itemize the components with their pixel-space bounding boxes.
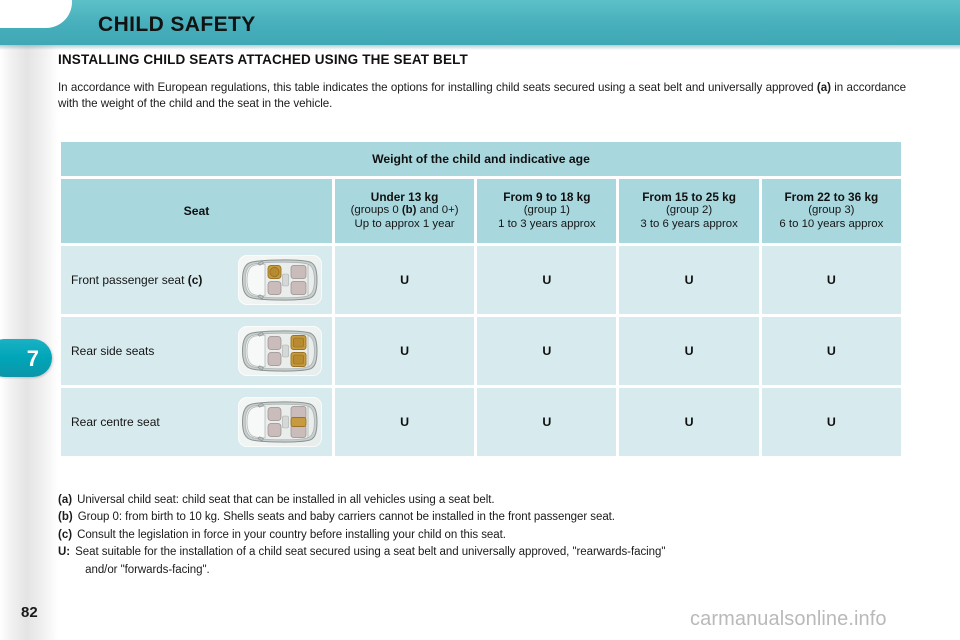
seat-label-0-text: Front passenger seat bbox=[71, 272, 188, 287]
section-title: INSTALLING CHILD SEATS ATTACHED USING TH… bbox=[58, 52, 468, 67]
seat-column-header: Seat bbox=[61, 178, 332, 243]
seat-cell-2: Rear centre seat bbox=[61, 387, 332, 456]
weight-col-3-line2: (group 3) bbox=[808, 204, 855, 217]
seat-label-0: Front passenger seat (c) bbox=[71, 273, 202, 287]
value-cell-r0c1: U bbox=[477, 245, 617, 314]
footnote-a-text: Universal child seat: child seat that ca… bbox=[77, 493, 495, 506]
seat-label-1-text: Rear side seats bbox=[71, 343, 155, 358]
table-super-header-row: Weight of the child and indicative age bbox=[61, 141, 901, 176]
weight-column-header-0: Under 13 kg (groups 0 (b) and 0+) Up to … bbox=[334, 178, 475, 243]
seat-label-2: Rear centre seat bbox=[71, 415, 160, 429]
weight-col-0-line3: Up to approx 1 year bbox=[354, 217, 455, 230]
footnote-u: U: Seat suitable for the installation of… bbox=[58, 544, 906, 579]
table-row: Front passenger seat (c) U U U U bbox=[61, 245, 901, 314]
seat-cell-1: Rear side seats bbox=[61, 316, 332, 385]
car-front-passenger-seat-icon bbox=[237, 254, 322, 305]
section-intro-paragraph: In accordance with European regulations,… bbox=[58, 80, 906, 112]
weight-col-1-line2: (group 1) bbox=[523, 204, 570, 217]
intro-text-part1: In accordance with European regulations,… bbox=[58, 81, 817, 94]
page-content: INSTALLING CHILD SEATS ATTACHED USING TH… bbox=[58, 52, 906, 579]
table-column-header-row: Seat Under 13 kg (groups 0 (b) and 0+) U… bbox=[61, 178, 901, 243]
footnote-b: (b) Group 0: from birth to 10 kg. Shells… bbox=[58, 509, 906, 526]
footnote-a: (a) Universal child seat: child seat tha… bbox=[58, 492, 906, 509]
footnote-c-text: Consult the legislation in force in your… bbox=[77, 528, 506, 541]
chapter-number: 7 bbox=[26, 346, 39, 371]
table-row: Rear centre seat U U U U bbox=[61, 387, 901, 456]
site-watermark: carmanualsonline.info bbox=[690, 608, 887, 630]
page-binding-shadow bbox=[0, 0, 58, 640]
chapter-tab[interactable]: 7 bbox=[0, 339, 52, 377]
page-number: 82 bbox=[21, 604, 38, 621]
value-cell-r1c3: U bbox=[761, 316, 901, 385]
weight-col-2-line2: (group 2) bbox=[665, 204, 713, 217]
weight-col-0-line2: (groups 0 (b) and 0+) bbox=[338, 204, 471, 217]
weight-col-2-line3: 3 to 6 years approx bbox=[640, 217, 738, 230]
seat-label-0-footnote-ref-c: (c) bbox=[187, 272, 203, 287]
value-cell-r2c1: U bbox=[477, 387, 617, 456]
seat-label-1: Rear side seats bbox=[71, 344, 154, 358]
weight-and-age-super-header: Weight of the child and indicative age bbox=[61, 141, 901, 176]
weight-col-0-line2-post: and 0+) bbox=[416, 204, 459, 217]
seat-label-2-text: Rear centre seat bbox=[71, 414, 160, 429]
value-cell-r1c2: U bbox=[619, 316, 759, 385]
weight-col-3-line1: From 22 to 36 kg bbox=[784, 189, 879, 204]
car-rear-side-seats-icon bbox=[237, 325, 322, 376]
value-cell-r2c0: U bbox=[334, 387, 475, 456]
weight-column-header-3: From 22 to 36 kg (group 3) 6 to 10 years… bbox=[761, 178, 901, 243]
page-title: CHILD SAFETY bbox=[98, 13, 256, 36]
footnotes-block: (a) Universal child seat: child seat tha… bbox=[58, 492, 906, 579]
footnote-u-text: Seat suitable for the installation of a … bbox=[75, 546, 666, 559]
weight-col-2-line1: From 15 to 25 kg bbox=[642, 189, 736, 204]
weight-col-1-line3: 1 to 3 years approx bbox=[498, 217, 596, 230]
footnote-b-key: (b) bbox=[58, 511, 73, 524]
banner-shadow bbox=[0, 45, 960, 50]
seat-cell-0: Front passenger seat (c) bbox=[61, 245, 332, 314]
value-cell-r2c2: U bbox=[619, 387, 759, 456]
value-cell-r1c0: U bbox=[334, 316, 475, 385]
footnote-u-text-line2: and/or "forwards-facing". bbox=[85, 563, 210, 576]
table-row: Rear side seats U U U U bbox=[61, 316, 901, 385]
footnote-a-key: (a) bbox=[58, 493, 73, 506]
weight-col-3-line3: 6 to 10 years approx bbox=[779, 217, 884, 230]
value-cell-r0c2: U bbox=[619, 245, 759, 314]
value-cell-r0c3: U bbox=[761, 245, 901, 314]
intro-footnote-ref-a: (a) bbox=[816, 81, 831, 94]
footnote-u-text-wrap: Seat suitable for the installation of a … bbox=[75, 544, 665, 579]
weight-col-0-line1: Under 13 kg bbox=[370, 189, 439, 204]
footnote-c-key: (c) bbox=[58, 528, 73, 541]
weight-col-0-line2-pre: (groups 0 bbox=[350, 204, 402, 217]
car-rear-centre-seat-icon bbox=[237, 396, 322, 447]
footnote-b-text: Group 0: from birth to 10 kg. Shells sea… bbox=[77, 511, 615, 524]
weight-column-header-2: From 15 to 25 kg (group 2) 3 to 6 years … bbox=[619, 178, 759, 243]
weight-col-0-footnote-ref-b: (b) bbox=[401, 204, 417, 217]
value-cell-r0c0: U bbox=[334, 245, 475, 314]
value-cell-r1c1: U bbox=[477, 316, 617, 385]
child-seat-compatibility-table: Weight of the child and indicative age S… bbox=[58, 139, 904, 459]
footnote-u-key: U: bbox=[58, 546, 71, 559]
weight-column-header-1: From 9 to 18 kg (group 1) 1 to 3 years a… bbox=[477, 178, 617, 243]
footnote-c: (c) Consult the legislation in force in … bbox=[58, 527, 906, 544]
page-header-banner: CHILD SAFETY bbox=[0, 0, 960, 50]
manual-page: CHILD SAFETY 7 82 INSTALLING CHILD SEATS… bbox=[0, 0, 960, 640]
value-cell-r2c3: U bbox=[761, 387, 901, 456]
weight-col-1-line1: From 9 to 18 kg bbox=[503, 189, 591, 204]
